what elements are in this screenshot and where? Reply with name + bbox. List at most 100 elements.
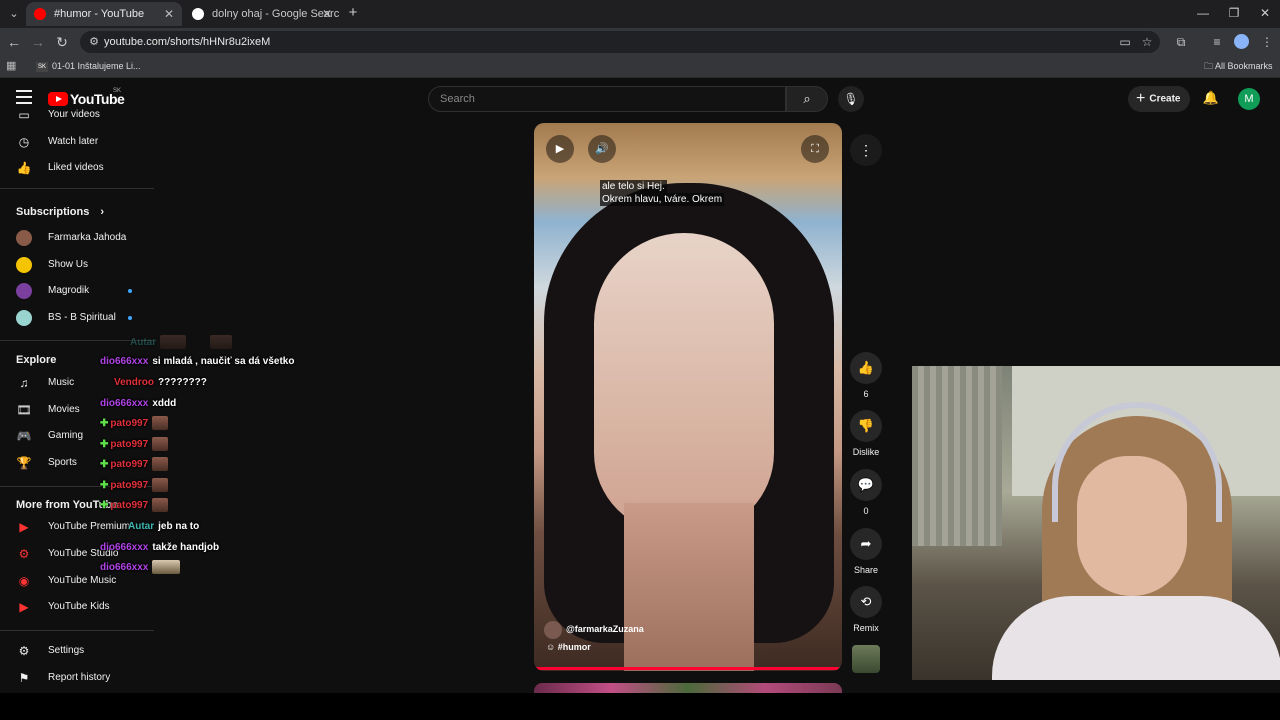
chat-username: dio666xxx [100, 562, 149, 573]
sidebar-item-label: Watch later [48, 136, 99, 147]
restore-icon[interactable]: ❐ [1219, 4, 1249, 22]
share-button[interactable]: ➦ Share [850, 528, 882, 575]
chat-text: xddd [152, 398, 177, 409]
extensions-icon[interactable]: ⧉ [1172, 33, 1190, 51]
create-button[interactable]: + Create [1128, 86, 1190, 112]
browser-tab-bar: ⌄ #humor - YouTube ✕ dolny ohaj - Google… [0, 0, 1280, 28]
channel-link[interactable]: @farmarkaZuzana [544, 619, 644, 639]
sidebar-item-report-history[interactable]: ⚑ Report history [0, 667, 154, 689]
video-icon: ▭ [18, 108, 30, 122]
minimize-icon[interactable]: — [1188, 4, 1218, 22]
microphone-icon[interactable]: 🎙 [838, 86, 864, 112]
bookmark-star-icon[interactable]: ☆ [1138, 33, 1156, 51]
video-progress-bar[interactable] [534, 667, 842, 670]
search-input[interactable]: Search [428, 86, 786, 112]
channel-avatar [16, 257, 32, 273]
sidebar-item-farmarka-jahoda[interactable]: Farmarka Jahoda [0, 227, 154, 249]
volume-icon[interactable]: 🔊 [588, 135, 616, 163]
film-icon: 🎞 [16, 403, 32, 417]
chat-emote-icon [152, 416, 169, 431]
chat-message: Autar jeb na to [128, 518, 199, 536]
dislike-button[interactable]: 👎 Dislike [850, 410, 882, 457]
next-short-preview[interactable] [534, 683, 842, 693]
chat-text: si mladá , naučiť sa dá všetko [152, 356, 295, 367]
notifications-bell-icon[interactable]: 🔔 [1202, 89, 1220, 107]
chat-message: ✚ pato997 [100, 436, 169, 454]
install-icon[interactable]: ▭ [1116, 33, 1134, 51]
address-bar[interactable]: ⚙ youtube.com/shorts/hHNr8u2ixeM ▭ ☆ [80, 31, 1160, 53]
reload-icon[interactable]: ↻ [52, 32, 72, 52]
like-button[interactable]: 👍 6 [850, 352, 882, 399]
account-avatar[interactable]: M [1238, 88, 1260, 110]
streamer-webcam-overlay [912, 366, 1280, 680]
channel-handle: @farmarkaZuzana [566, 624, 644, 634]
close-window-icon[interactable]: ✕ [1250, 4, 1280, 22]
close-tab-icon[interactable]: ✕ [322, 2, 332, 26]
bookmark-item[interactable]: SK 01-01 Inštalujeme Li... [36, 59, 141, 73]
sidebar-item-magrodik[interactable]: Magrodik [0, 280, 154, 302]
tab-youtube[interactable]: #humor - YouTube ✕ [26, 2, 182, 26]
sidebar-item-show-us[interactable]: Show Us [0, 254, 154, 276]
bottom-black-bar [0, 693, 1280, 720]
hamburger-menu-icon[interactable] [16, 90, 32, 104]
search-icon[interactable]: ⌕ [786, 86, 828, 112]
shorts-video-player[interactable]: ▶ 🔊 ⛶ ale telo si Hej. Okrem hlavu, tvár… [534, 123, 842, 671]
sidebar-item-watch-later[interactable]: ◷ Watch later [0, 131, 154, 153]
new-content-dot [128, 289, 132, 293]
bookmark-badge: SK [36, 61, 48, 72]
browser-profile-avatar[interactable] [1234, 34, 1249, 49]
chat-emote-icon [152, 560, 181, 575]
remix-button[interactable]: ⟲ Remix [850, 586, 882, 633]
media-control-icon[interactable]: ≡ [1208, 33, 1226, 51]
sub-badge-icon: ✚ [100, 418, 109, 429]
comments-button[interactable]: 💬 0 [850, 469, 882, 516]
browser-menu-icon[interactable]: ⋮ [1258, 33, 1276, 51]
site-info-icon[interactable]: ⚙ [86, 34, 102, 50]
sidebar-item-your-videos[interactable]: ▭ Your videos [0, 104, 154, 126]
video-frame [594, 233, 774, 533]
channel-avatar [16, 283, 32, 299]
tab-title: #humor - YouTube [54, 8, 145, 20]
plus-icon: + [1136, 90, 1146, 107]
bookmarks-bar: ▦ SK 01-01 Inštalujeme Li... 🗀 All Bookma… [0, 56, 1280, 78]
fullscreen-icon[interactable]: ⛶ [801, 135, 829, 163]
hashtag-link[interactable]: ☺ #humor [546, 642, 591, 652]
channel-avatar [16, 230, 32, 246]
music-note-icon: ♫ [19, 376, 29, 390]
new-tab-icon[interactable]: + [344, 4, 362, 22]
sidebar-item-youtube-kids[interactable]: ▶ YouTube Kids [0, 596, 154, 618]
all-bookmarks-button[interactable]: 🗀 All Bookmarks [1204, 59, 1273, 73]
sub-badge-icon: ✚ [100, 439, 109, 450]
channel-avatar [16, 310, 32, 326]
subscriptions-heading[interactable]: Subscriptions › [16, 206, 104, 218]
sidebar-item-bs-spiritual[interactable]: BS - B Spiritual [0, 307, 154, 329]
youtube-kids-icon: ▶ [19, 600, 29, 614]
more-options-icon[interactable]: ⋮ [850, 134, 882, 166]
play-icon[interactable]: ▶ [546, 135, 574, 163]
sidebar-item-label: Settings [48, 645, 85, 656]
gamepad-icon: 🎮 [16, 429, 32, 443]
webcam-frame [912, 366, 1002, 546]
sidebar-item-label: Liked videos [48, 162, 104, 173]
sidebar-item-label: Movies [48, 404, 80, 415]
comment-icon: 💬 [850, 469, 882, 501]
close-tab-icon[interactable]: ✕ [164, 2, 174, 26]
video-frame [624, 503, 754, 671]
chat-username: dio666xxx [100, 398, 149, 409]
tab-google[interactable]: dolny ohaj - Google Search ✕ [184, 2, 340, 26]
tab-title: dolny ohaj - Google Search [212, 8, 340, 20]
chat-emote-icon [152, 498, 169, 513]
chat-username: Autar [130, 337, 157, 348]
share-label: Share [853, 565, 879, 575]
forward-icon[interactable]: → [28, 32, 48, 52]
tab-search-icon[interactable]: ⌄ [4, 4, 24, 24]
sidebar-item-liked-videos[interactable]: 👍 Liked videos [0, 157, 154, 179]
apps-grid-icon[interactable]: ▦ [6, 59, 20, 73]
back-icon[interactable]: ← [4, 32, 24, 52]
sidebar-item-settings[interactable]: ⚙ Settings [0, 640, 154, 662]
explore-heading: Explore [16, 354, 57, 366]
audio-source-thumbnail[interactable] [852, 645, 880, 673]
chat-username: pato997 [110, 439, 149, 450]
url-text[interactable]: youtube.com/shorts/hHNr8u2ixeM [104, 34, 270, 50]
dislike-label: Dislike [852, 447, 880, 457]
